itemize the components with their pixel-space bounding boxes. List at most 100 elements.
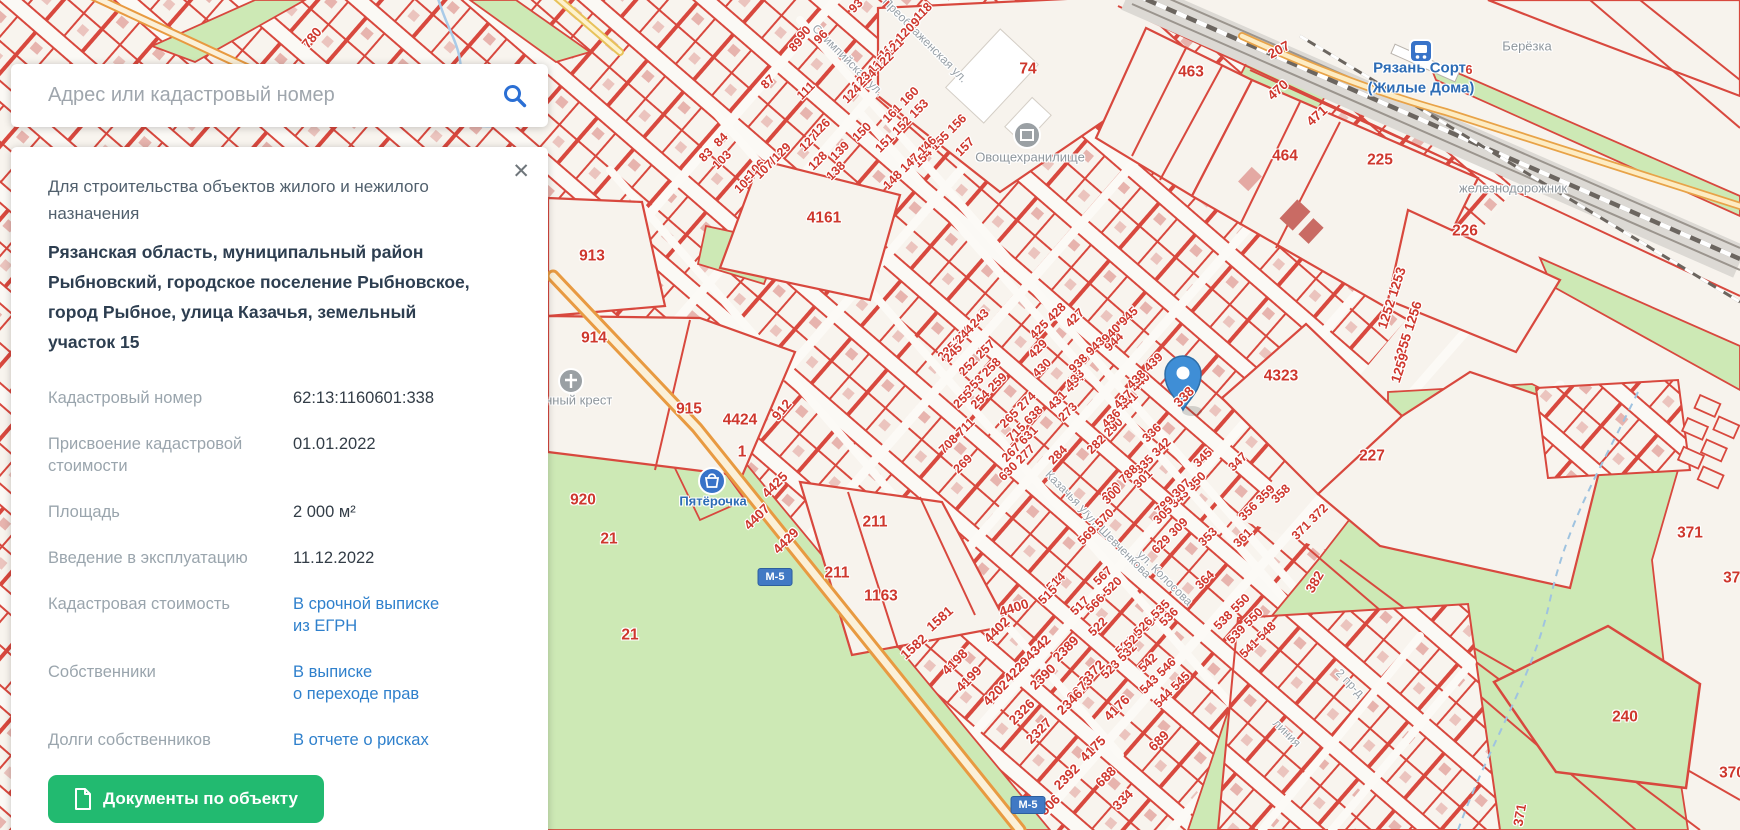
info-row: Введение в эксплуатацию 11.12.2022 (48, 547, 514, 569)
map-label: 74 (1019, 60, 1037, 78)
map-label: 938 943 (1065, 333, 1108, 376)
map-label: линия (1270, 716, 1304, 750)
map-label: 2390 (1026, 660, 1059, 693)
info-row-label: Долги собственников (48, 731, 211, 749)
map-label: 240 (1612, 708, 1638, 726)
info-row: Присвоение кадастровой стоимости 01.01.20… (48, 433, 514, 477)
search-bar (11, 64, 548, 127)
info-row-value: 11.12.2022 (293, 549, 375, 567)
map-label: 4323 (1263, 367, 1299, 385)
map-label: 284 (1045, 442, 1071, 468)
map-label: 1581 (923, 603, 957, 635)
map-label: 371 372 (1288, 500, 1331, 543)
info-row-link[interactable]: В отчете о рисках (293, 729, 429, 751)
map-label: 207 (1265, 37, 1293, 62)
map-label: 914 (581, 329, 607, 347)
info-row: Долги собственников В отчете о рисках (48, 729, 514, 751)
map-label: 4425 (758, 468, 791, 501)
map-label: 463 (1178, 63, 1204, 81)
map-label: 2 пр-д (1332, 665, 1368, 701)
map-label: 157 (952, 134, 978, 160)
map-label: 4175 (1076, 732, 1109, 765)
map-label: 4202 (979, 676, 1012, 709)
map-label: (Жилые Дома) (1367, 79, 1475, 97)
map-label: 21 (600, 530, 618, 548)
map-label: 913 (579, 247, 605, 265)
info-row-label: Площадь (48, 503, 120, 521)
map-label: 361 (1230, 525, 1256, 551)
map-label: железнодорожник (1458, 180, 1568, 196)
info-row-link[interactable]: В выписке о переходе прав (293, 661, 419, 705)
info-row-label: Присвоение кадастровой стоимости (48, 435, 243, 475)
map-label: 371 (1510, 802, 1530, 828)
document-icon (75, 788, 91, 810)
search-button[interactable] (496, 83, 548, 109)
info-row-value: 62:13:1160601:338 (293, 389, 434, 407)
map-label: 689 (1145, 727, 1173, 755)
map-label: 334 (1109, 786, 1137, 814)
map-label: 688 (1092, 763, 1120, 791)
map-label: 4429 (769, 524, 802, 557)
map-label: 21 (621, 626, 639, 644)
map-label: 4402 (980, 613, 1013, 646)
parcel-category: Для строительства объектов жилого и нежи… (48, 177, 429, 223)
map-label: 353 (1195, 524, 1221, 550)
map-label: 6 (1465, 62, 1473, 77)
map-label: 464 (1272, 147, 1298, 165)
info-row-label: Кадастровая стоимость (48, 595, 230, 613)
map-label: 356 359 (1235, 481, 1278, 524)
map-label: 780 (298, 24, 325, 52)
map-label: 2389 (1049, 632, 1082, 665)
road-badge: М-5 (757, 568, 793, 586)
map-label: 915 (676, 400, 702, 418)
info-row-value: 01.01.2022 (293, 435, 376, 453)
road-badge: М-5 (1010, 796, 1046, 814)
map-label: 225 (1367, 151, 1393, 169)
map-label: 2392 (1050, 760, 1083, 793)
close-icon: ✕ (512, 160, 530, 183)
map-label: 87 (757, 71, 778, 92)
map-label: 364 (1192, 567, 1218, 593)
map-label: 103 (709, 147, 735, 173)
map-label: 4161 (806, 209, 842, 227)
map-label: 226 (1452, 222, 1478, 240)
map-label: 1163 (864, 587, 898, 605)
map-label: 227 (1359, 447, 1385, 465)
map-label: 2346 (1053, 685, 1086, 718)
map-label: Овощехранилище (975, 149, 1085, 165)
map-label: 2327 (1022, 714, 1055, 747)
search-icon (504, 84, 527, 107)
map-label: 708 711 (936, 415, 978, 457)
map-label: Рязань Сорт. (1373, 59, 1469, 77)
info-row-label: Введение в эксплуатацию (48, 549, 248, 567)
map-label: 347 (1225, 449, 1251, 475)
map-label: 139 (827, 138, 853, 164)
map-label: 912 (768, 396, 795, 424)
info-row: Площадь 2 000 м² (48, 501, 514, 523)
map-label: Берёзка (1502, 38, 1552, 54)
map-label: 371 (1723, 569, 1740, 587)
map-label: 371 (1677, 524, 1703, 542)
map-label: 2326 (1005, 695, 1038, 728)
map-label: Пятёрочка (679, 493, 747, 509)
documents-button[interactable]: Документы по объекту (48, 775, 324, 823)
map-label: 84 (710, 129, 731, 150)
map-label: 522 (1085, 614, 1111, 640)
cadastral-map-app: Рязань Сорт. (Жилые Дома) 6 Пятёрочка Поклон… (0, 0, 1740, 830)
map-label: 4424 (722, 411, 758, 429)
map-label: 211 (862, 513, 888, 531)
parcel-address: Рязанская область, муниципальный район Р… (48, 242, 470, 352)
search-input[interactable] (11, 84, 496, 107)
map-label: 470 (1264, 76, 1292, 103)
map-label: 338 (1170, 383, 1198, 411)
info-row-label: Собственники (48, 663, 156, 681)
info-row-label: Кадастровый номер (48, 389, 203, 407)
close-button[interactable]: ✕ (508, 157, 534, 186)
map-label: 4176 (1100, 691, 1133, 724)
parcel-attributes: Кадастровый номер 62:13:1160601:338 Присво… (48, 387, 514, 751)
map-label: 211 (824, 564, 850, 582)
info-row: Кадастровый номер 62:13:1160601:338 (48, 387, 514, 409)
map-label: 111 (793, 78, 818, 103)
info-row-link[interactable]: В срочной выписке из ЕГРН (293, 593, 439, 637)
map-label: 1 (737, 443, 747, 461)
